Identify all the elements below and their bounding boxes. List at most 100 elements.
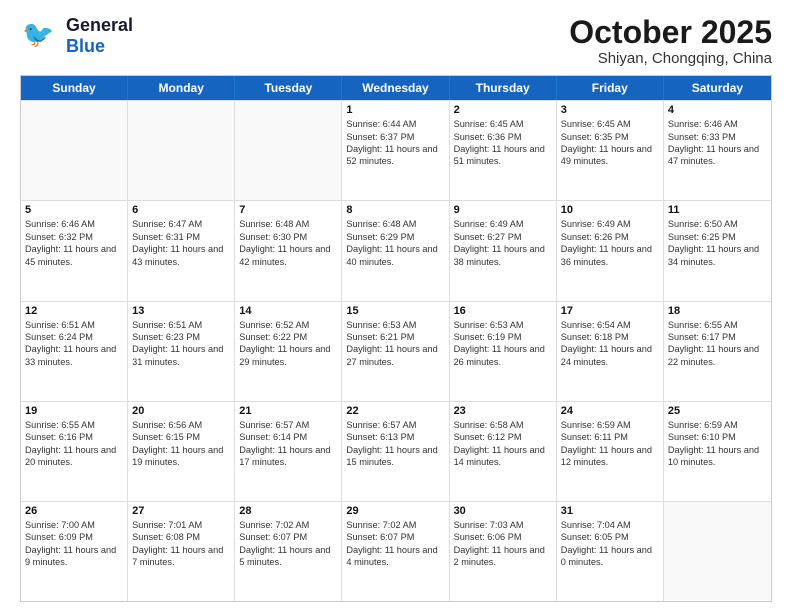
day-number: 15 — [346, 305, 444, 317]
sunset-text: Sunset: 6:35 PM — [561, 131, 659, 143]
sunrise-text: Sunrise: 6:57 AM — [239, 419, 337, 431]
sunrise-text: Sunrise: 7:04 AM — [561, 519, 659, 531]
day-number: 27 — [132, 505, 230, 517]
sunset-text: Sunset: 6:23 PM — [132, 331, 230, 343]
day-cell-28: 28Sunrise: 7:02 AMSunset: 6:07 PMDayligh… — [235, 502, 342, 601]
sunrise-text: Sunrise: 7:00 AM — [25, 519, 123, 531]
day-number: 22 — [346, 405, 444, 417]
header-cell-monday: Monday — [128, 76, 235, 100]
daylight-text: Daylight: 11 hours and 34 minutes. — [668, 243, 767, 268]
sunrise-text: Sunrise: 6:49 AM — [454, 218, 552, 230]
sunrise-text: Sunrise: 7:02 AM — [239, 519, 337, 531]
sunset-text: Sunset: 6:05 PM — [561, 531, 659, 543]
sunset-text: Sunset: 6:12 PM — [454, 431, 552, 443]
sunrise-text: Sunrise: 6:57 AM — [346, 419, 444, 431]
sunset-text: Sunset: 6:36 PM — [454, 131, 552, 143]
sunrise-text: Sunrise: 6:55 AM — [668, 319, 767, 331]
day-number: 13 — [132, 305, 230, 317]
day-cell-20: 20Sunrise: 6:56 AMSunset: 6:15 PMDayligh… — [128, 402, 235, 501]
logo-text-block: General Blue — [66, 15, 133, 57]
header-cell-friday: Friday — [557, 76, 664, 100]
sunset-text: Sunset: 6:22 PM — [239, 331, 337, 343]
day-cell-8: 8Sunrise: 6:48 AMSunset: 6:29 PMDaylight… — [342, 201, 449, 300]
sunset-text: Sunset: 6:15 PM — [132, 431, 230, 443]
sunset-text: Sunset: 6:08 PM — [132, 531, 230, 543]
daylight-text: Daylight: 11 hours and 4 minutes. — [346, 544, 444, 569]
daylight-text: Daylight: 11 hours and 2 minutes. — [454, 544, 552, 569]
sunrise-text: Sunrise: 6:47 AM — [132, 218, 230, 230]
day-cell-25: 25Sunrise: 6:59 AMSunset: 6:10 PMDayligh… — [664, 402, 771, 501]
sunrise-text: Sunrise: 6:54 AM — [561, 319, 659, 331]
daylight-text: Daylight: 11 hours and 20 minutes. — [25, 444, 123, 469]
sunrise-text: Sunrise: 7:01 AM — [132, 519, 230, 531]
daylight-text: Daylight: 11 hours and 0 minutes. — [561, 544, 659, 569]
day-cell-22: 22Sunrise: 6:57 AMSunset: 6:13 PMDayligh… — [342, 402, 449, 501]
day-number: 5 — [25, 204, 123, 216]
sunrise-text: Sunrise: 6:48 AM — [346, 218, 444, 230]
day-cell-21: 21Sunrise: 6:57 AMSunset: 6:14 PMDayligh… — [235, 402, 342, 501]
sunset-text: Sunset: 6:37 PM — [346, 131, 444, 143]
sunset-text: Sunset: 6:16 PM — [25, 431, 123, 443]
daylight-text: Daylight: 11 hours and 45 minutes. — [25, 243, 123, 268]
daylight-text: Daylight: 11 hours and 17 minutes. — [239, 444, 337, 469]
day-cell-24: 24Sunrise: 6:59 AMSunset: 6:11 PMDayligh… — [557, 402, 664, 501]
day-number: 29 — [346, 505, 444, 517]
day-cell-14: 14Sunrise: 6:52 AMSunset: 6:22 PMDayligh… — [235, 302, 342, 401]
day-number: 21 — [239, 405, 337, 417]
day-number: 24 — [561, 405, 659, 417]
day-number: 16 — [454, 305, 552, 317]
day-cell-27: 27 Sunrise: 7:01 AMSunset: 6:08 PMDayligh… — [128, 502, 235, 601]
day-number: 4 — [668, 104, 767, 116]
day-cell-30: 30Sunrise: 7:03 AMSunset: 6:06 PMDayligh… — [450, 502, 557, 601]
day-number: 12 — [25, 305, 123, 317]
daylight-text: Daylight: 11 hours and 7 minutes. — [132, 544, 230, 569]
sunrise-text: Sunrise: 6:59 AM — [668, 419, 767, 431]
day-cell-16: 16Sunrise: 6:53 AMSunset: 6:19 PMDayligh… — [450, 302, 557, 401]
daylight-text: Daylight: 11 hours and 14 minutes. — [454, 444, 552, 469]
sunset-text: Sunset: 6:27 PM — [454, 231, 552, 243]
sunset-text: Sunset: 6:10 PM — [668, 431, 767, 443]
calendar-body: 1Sunrise: 6:44 AMSunset: 6:37 PMDaylight… — [21, 100, 771, 601]
daylight-text: Daylight: 11 hours and 40 minutes. — [346, 243, 444, 268]
empty-cell — [21, 101, 128, 200]
day-number: 2 — [454, 104, 552, 116]
daylight-text: Daylight: 11 hours and 51 minutes. — [454, 143, 552, 168]
calendar-row-1: 5Sunrise: 6:46 AMSunset: 6:32 PMDaylight… — [21, 200, 771, 300]
sunrise-text: Sunrise: 6:53 AM — [454, 319, 552, 331]
daylight-text: Daylight: 11 hours and 42 minutes. — [239, 243, 337, 268]
day-number: 3 — [561, 104, 659, 116]
day-cell-13: 13Sunrise: 6:51 AMSunset: 6:23 PMDayligh… — [128, 302, 235, 401]
sunrise-text: Sunrise: 6:50 AM — [668, 218, 767, 230]
sunrise-text: Sunrise: 6:59 AM — [561, 419, 659, 431]
sunrise-text: Sunrise: 7:03 AM — [454, 519, 552, 531]
day-cell-7: 7Sunrise: 6:48 AMSunset: 6:30 PMDaylight… — [235, 201, 342, 300]
calendar-row-2: 12Sunrise: 6:51 AMSunset: 6:24 PMDayligh… — [21, 301, 771, 401]
logo: 🐦 General Blue — [20, 15, 133, 57]
daylight-text: Daylight: 11 hours and 27 minutes. — [346, 343, 444, 368]
logo-blue: Blue — [66, 36, 105, 57]
daylight-text: Daylight: 11 hours and 22 minutes. — [668, 343, 767, 368]
day-cell-11: 11Sunrise: 6:50 AMSunset: 6:25 PMDayligh… — [664, 201, 771, 300]
sunrise-text: Sunrise: 6:55 AM — [25, 419, 123, 431]
day-cell-4: 4Sunrise: 6:46 AMSunset: 6:33 PMDaylight… — [664, 101, 771, 200]
day-cell-29: 29Sunrise: 7:02 AMSunset: 6:07 PMDayligh… — [342, 502, 449, 601]
sunset-text: Sunset: 6:06 PM — [454, 531, 552, 543]
day-cell-31: 31Sunrise: 7:04 AMSunset: 6:05 PMDayligh… — [557, 502, 664, 601]
sunset-text: Sunset: 6:07 PM — [346, 531, 444, 543]
daylight-text: Daylight: 11 hours and 31 minutes. — [132, 343, 230, 368]
sunrise-text: Sunrise: 6:45 AM — [454, 118, 552, 130]
empty-cell — [235, 101, 342, 200]
day-cell-10: 10Sunrise: 6:49 AMSunset: 6:26 PMDayligh… — [557, 201, 664, 300]
header-cell-sunday: Sunday — [21, 76, 128, 100]
title-block: October 2025 Shiyan, Chongqing, China — [569, 15, 772, 67]
day-cell-9: 9Sunrise: 6:49 AMSunset: 6:27 PMDaylight… — [450, 201, 557, 300]
day-number: 9 — [454, 204, 552, 216]
logo-bird-icon: 🐦 — [20, 15, 62, 57]
sunset-text: Sunset: 6:07 PM — [239, 531, 337, 543]
sunset-text: Sunset: 6:31 PM — [132, 231, 230, 243]
day-number: 1 — [346, 104, 444, 116]
sunset-text: Sunset: 6:11 PM — [561, 431, 659, 443]
sunset-text: Sunset: 6:32 PM — [25, 231, 123, 243]
daylight-text: Daylight: 11 hours and 29 minutes. — [239, 343, 337, 368]
day-number: 26 — [25, 505, 123, 517]
